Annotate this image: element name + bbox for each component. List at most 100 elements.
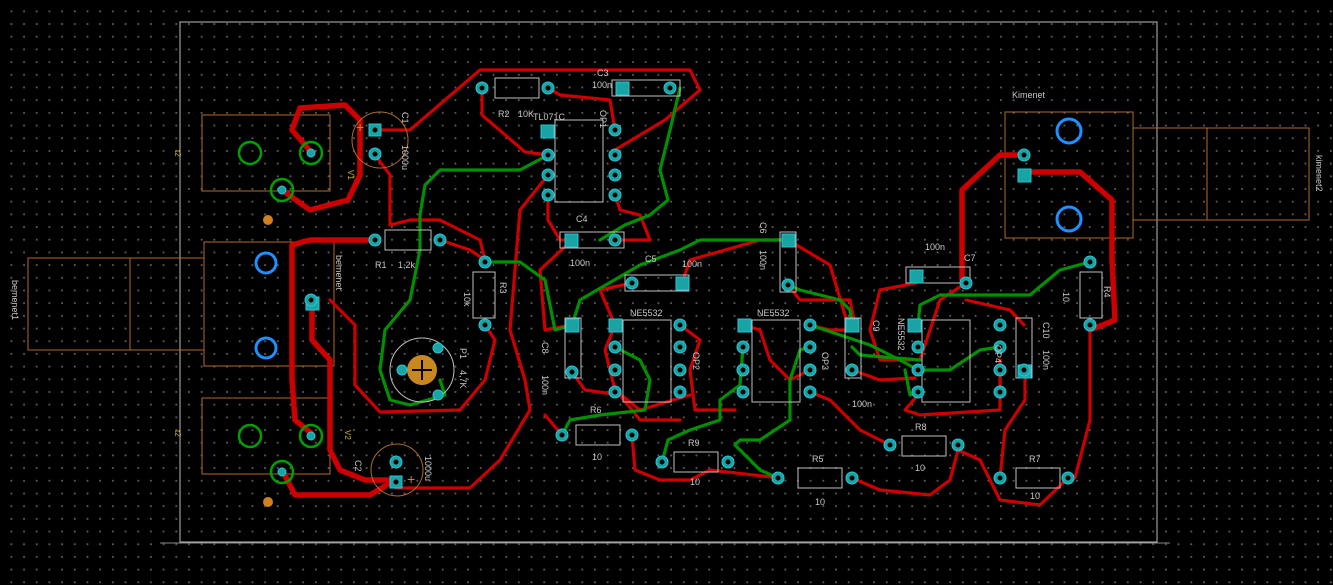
pad-drill (997, 475, 1003, 481)
label-op3: OP3 (820, 352, 830, 370)
pad-drill (437, 237, 443, 243)
pad-drill (775, 475, 781, 481)
pad-drill (740, 367, 746, 373)
label-r8-value: 10 (915, 463, 925, 473)
mount-hole-1 (254, 251, 278, 275)
pad-drill (308, 297, 314, 303)
pcb-layout: + + C1 1000u V1 V2 t2 t2 bemenet bemenet… (10, 21, 1324, 544)
label-op2: OP2 (691, 352, 701, 370)
pad-drill (725, 459, 731, 465)
pad-drill (569, 369, 575, 375)
label-r4: R4 (1102, 286, 1112, 298)
pad-drill (612, 389, 618, 395)
c2-pads (389, 455, 403, 489)
label-c9-value: 100n (852, 399, 872, 409)
label-r1-value: 1,2k (398, 260, 416, 270)
pad-drill (915, 389, 921, 395)
label-c6: C6 (758, 222, 768, 234)
c1-plus: + (356, 119, 364, 135)
label-c8-value: 100n (540, 375, 550, 395)
label-r5-value: 10 (815, 497, 825, 507)
pad-drill (1065, 475, 1071, 481)
pad-drill (677, 367, 683, 373)
pad-drill (612, 152, 618, 158)
pad-drill (677, 344, 683, 350)
top-layer-traces (378, 86, 1092, 480)
pad-drill (740, 389, 746, 395)
label-r2-value: 10K (518, 109, 534, 119)
resistor-bodies (384, 77, 1103, 489)
label-c4: C4 (576, 214, 588, 224)
pad-drill (677, 389, 683, 395)
label-op4: OP4 (993, 345, 1003, 363)
label-r7-value: 10 (1030, 491, 1040, 501)
pad-drill (482, 322, 488, 328)
label-c3-value: 100n (592, 80, 612, 90)
pad-drill (612, 127, 618, 133)
label-ne5532-1: NE5532 (630, 308, 663, 318)
pad-drill (849, 475, 855, 481)
pad-drill (629, 432, 635, 438)
pad-drill (915, 367, 921, 373)
label-r3: R3 (498, 282, 508, 294)
label-r6-value: 10 (592, 452, 602, 462)
pad-drill (545, 85, 551, 91)
label-kimenet: Kimenet (1012, 90, 1046, 100)
label-r3-value: 10k (462, 292, 472, 307)
pcb-canvas[interactable]: + + C1 1000u V1 V2 t2 t2 bemenet bemenet… (0, 0, 1333, 585)
pad-drill (372, 237, 378, 243)
label-r9: R9 (688, 438, 700, 448)
pad-drill (659, 459, 665, 465)
label-c3: C3 (597, 68, 609, 78)
pad-drill (849, 367, 855, 373)
label-p1-value: 4,7K (458, 370, 468, 389)
pad-drill (612, 344, 618, 350)
pad-drill (629, 280, 635, 286)
pad-drill (667, 85, 673, 91)
label-kimenet2: kimenet2 (1314, 155, 1324, 192)
label-r4-value: 10 (1061, 292, 1071, 302)
c1-pads (368, 123, 382, 161)
label-t2-top: t2 (173, 150, 182, 157)
pad-drill (479, 85, 485, 91)
input-connector-bemenet1 (27, 241, 335, 367)
pad-drill (887, 442, 893, 448)
pad-drill (612, 237, 618, 243)
pad-drill (785, 282, 791, 288)
pad-drill (482, 259, 488, 265)
pad-drill (807, 367, 813, 373)
p1-potentiometer (389, 337, 455, 403)
round-pads (304, 81, 1097, 485)
label-c10-value: 100n (1041, 350, 1051, 370)
pad-drill (955, 442, 961, 448)
label-t2-bottom: t2 (173, 430, 182, 437)
pad-drill (1021, 152, 1027, 158)
label-ne5532-3: NE5532 (896, 318, 906, 351)
label-bemenet: bemenet (334, 255, 344, 291)
label-c7: C7 (964, 253, 976, 263)
pad-drill (915, 344, 921, 350)
pad-drill (807, 344, 813, 350)
pad-drill (677, 322, 683, 328)
label-c10: C10 (1041, 322, 1051, 339)
pad-drill (545, 152, 551, 158)
mount-hole-2 (254, 336, 278, 360)
label-r2: R2 (498, 109, 510, 119)
label-c4-value: 100n (570, 258, 590, 268)
label-c5: C5 (645, 254, 657, 264)
label-r5: R5 (812, 454, 824, 464)
pad-drill (807, 389, 813, 395)
pad-drill (545, 172, 551, 178)
label-tl071: TL071C (533, 112, 566, 122)
pad-drill (559, 432, 565, 438)
label-c2: C2 (353, 460, 363, 472)
mount-hole-4 (1055, 205, 1083, 233)
test-point-2 (263, 497, 273, 507)
label-r1: R1 (375, 260, 387, 270)
pad-drill (1087, 259, 1093, 265)
label-op1: OP1 (598, 110, 608, 128)
pad-drill (612, 172, 618, 178)
label-r9-value: 10 (690, 477, 700, 487)
pad-drill (963, 280, 969, 286)
pad-drill (997, 367, 1003, 373)
